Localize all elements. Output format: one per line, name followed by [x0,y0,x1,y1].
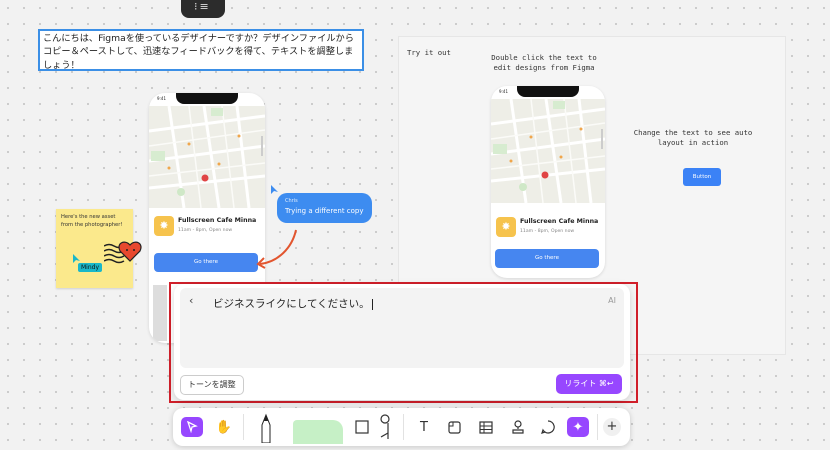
try-it-out-label: Try it out [407,48,451,57]
phone-mockup-right[interactable]: 9:41 ✸ Fullscreen Cafe Minna 11am - 8pm,… [491,86,605,278]
bottom-toolbar: ✋ T ✦ + [173,408,630,446]
chat-author: Chris [285,198,298,204]
ai-prompt-text: ビジネスライクにしてください。 [213,298,370,310]
change-text-note: Change the text to see auto layout in ac… [633,128,753,147]
phone-notch [176,93,238,104]
photo-thumbnail [153,285,167,341]
pen-tool-icon[interactable] [255,412,277,444]
chat-bubble[interactable]: Chris Trying a different copy [277,193,372,223]
stamp-tool-icon[interactable] [507,417,529,437]
sun-icon: ✸ [496,217,516,237]
back-chevron-icon[interactable]: ‹ [189,294,193,307]
hand-tool-icon[interactable]: ✋ [213,417,235,437]
ai-badge: AI [608,296,616,305]
top-toolbar-fragment[interactable]: ⁝≡ [181,0,225,18]
toolbar-divider [243,414,244,440]
shape-tool-icon[interactable] [351,417,373,437]
heart-sticker-icon [104,241,142,264]
adjust-tone-button[interactable]: トーンを調整 [180,375,244,395]
more-tools-icon[interactable]: + [601,417,623,437]
go-there-button[interactable]: Go there [154,253,258,272]
cafe-hours: 11am - 8pm, Open now [178,228,233,233]
table-tool-icon[interactable] [475,417,497,437]
cursor-icon [271,185,278,194]
text-tool-icon[interactable]: T [413,417,435,437]
status-time: 9:41 [499,89,508,94]
ai-rewrite-panel: ‹ ビジネスライクにしてください。 AI トーンを調整 リライト ⌘↩ [174,284,630,400]
ai-prompt-field[interactable]: ‹ ビジネスライクにしてください。 AI [180,288,624,368]
marker-tool-icon[interactable] [293,418,343,446]
cafe-hours: 11am - 8pm, Open now [520,229,575,234]
map-graphic [149,106,265,208]
sticky-text: Here's the new asset from the photograph… [61,214,123,228]
map-view [149,106,265,208]
move-tool-icon[interactable] [181,417,203,437]
status-time: 9:41 [157,96,166,101]
text-caret [371,298,373,310]
phone-notch [517,86,579,97]
double-click-note: Double click the text to edit designs fr… [491,53,597,72]
cafe-name: Fullscreen Cafe Minna [520,218,599,225]
section-tool-icon[interactable] [443,417,465,437]
go-there-button[interactable]: Go there [495,249,599,268]
map-graphic [491,99,605,203]
ai-tool-icon[interactable]: ✦ [567,417,589,437]
auto-layout-button[interactable]: Button [683,168,721,186]
sun-icon: ✸ [154,216,174,236]
collaborator-cursor-label: Mindy [78,263,103,272]
map-view [491,99,605,203]
comment-tool-icon[interactable] [537,417,559,437]
connector-tool-icon[interactable] [373,412,395,442]
layout-icon: ⁝≡ [194,0,211,13]
chat-message: Trying a different copy [285,207,364,215]
cafe-name: Fullscreen Cafe Minna [178,217,257,224]
toolbar-divider [597,414,598,440]
arrow-connector [256,229,297,269]
toolbar-divider [403,414,404,440]
intro-text-box[interactable]: こんにちは、Figmaを使っているデザイナーですか？デザインファイルからコピー＆… [38,29,364,71]
rewrite-button[interactable]: リライト ⌘↩ [556,374,622,394]
